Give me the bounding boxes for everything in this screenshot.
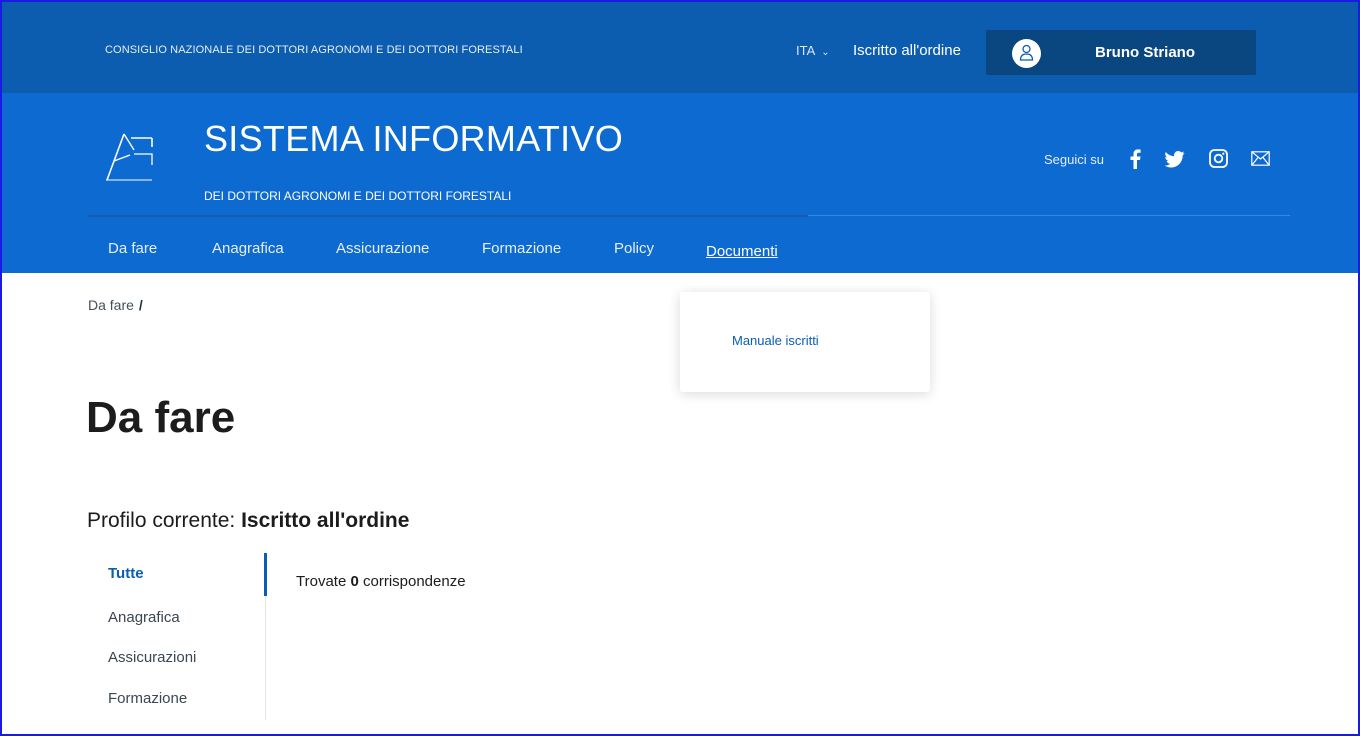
- org-name[interactable]: CONSIGLIO NAZIONALE DEI DOTTORI AGRONOMI…: [105, 44, 523, 56]
- user-menu-button[interactable]: Bruno Striano: [986, 30, 1256, 75]
- site-subtitle: DEI DOTTORI AGRONOMI E DEI DOTTORI FORES…: [204, 189, 512, 203]
- role-label[interactable]: Iscritto all'ordine: [853, 42, 961, 59]
- results-count: 0: [350, 573, 359, 590]
- filter-item-formazione[interactable]: Formazione: [108, 690, 187, 707]
- avatar: [1012, 39, 1041, 68]
- filter-item-tutte[interactable]: Tutte: [108, 565, 144, 582]
- breadcrumb-separator: /: [138, 297, 143, 313]
- facebook-icon[interactable]: [1129, 149, 1141, 174]
- profile-label: Profilo corrente:: [87, 509, 236, 532]
- current-profile: Profilo corrente: Iscritto all'ordine: [87, 509, 409, 533]
- filter-item-anagrafica[interactable]: Anagrafica: [108, 609, 180, 626]
- logo-icon[interactable]: [104, 128, 156, 184]
- breadcrumb-item[interactable]: Da fare: [88, 297, 134, 313]
- results-suffix: corrispondenze: [362, 573, 466, 590]
- chevron-down-icon: ⌄: [821, 47, 830, 58]
- instagram-icon[interactable]: [1209, 149, 1228, 173]
- slim-header: CONSIGLIO NAZIONALE DEI DOTTORI AGRONOMI…: [0, 0, 1360, 93]
- nav-item-anagrafica[interactable]: Anagrafica: [212, 240, 284, 257]
- nav-item-documenti[interactable]: Documenti: [706, 243, 778, 260]
- active-indicator: [264, 553, 267, 596]
- breadcrumb: Da fare /: [88, 297, 143, 313]
- page-title: Da fare: [86, 393, 236, 442]
- documenti-dropdown: Manuale iscritti: [680, 292, 930, 392]
- results-summary: Trovate 0 corrispondenze: [296, 573, 466, 590]
- main-nav: Da fare Anagrafica Assicurazione Formazi…: [0, 238, 1360, 268]
- profile-value: Iscritto all'ordine: [241, 509, 410, 532]
- nav-item-da-fare[interactable]: Da fare: [108, 240, 157, 257]
- results-prefix: Trovate: [296, 573, 347, 590]
- nav-item-policy[interactable]: Policy: [614, 240, 654, 257]
- dropdown-item-manuale-iscritti[interactable]: Manuale iscritti: [732, 333, 819, 348]
- filter-item-assicurazioni[interactable]: Assicurazioni: [108, 649, 196, 666]
- nav-item-assicurazione[interactable]: Assicurazione: [336, 240, 429, 257]
- language-selector[interactable]: ITA ⌄: [796, 43, 830, 58]
- site-title[interactable]: SISTEMA INFORMATIVO: [204, 118, 623, 160]
- filter-sidebar: Tutte Anagrafica Assicurazioni Formazion…: [88, 553, 267, 720]
- user-name: Bruno Striano: [1095, 44, 1195, 61]
- header-divider-accent: [88, 215, 808, 217]
- social-label: Seguici su: [1044, 152, 1104, 167]
- nav-item-formazione[interactable]: Formazione: [482, 240, 561, 257]
- user-icon: [1019, 44, 1034, 61]
- center-header: SISTEMA INFORMATIVO DEI DOTTORI AGRONOMI…: [0, 93, 1360, 273]
- twitter-icon[interactable]: [1164, 151, 1185, 173]
- language-label: ITA: [796, 43, 816, 58]
- mail-icon[interactable]: [1251, 151, 1270, 171]
